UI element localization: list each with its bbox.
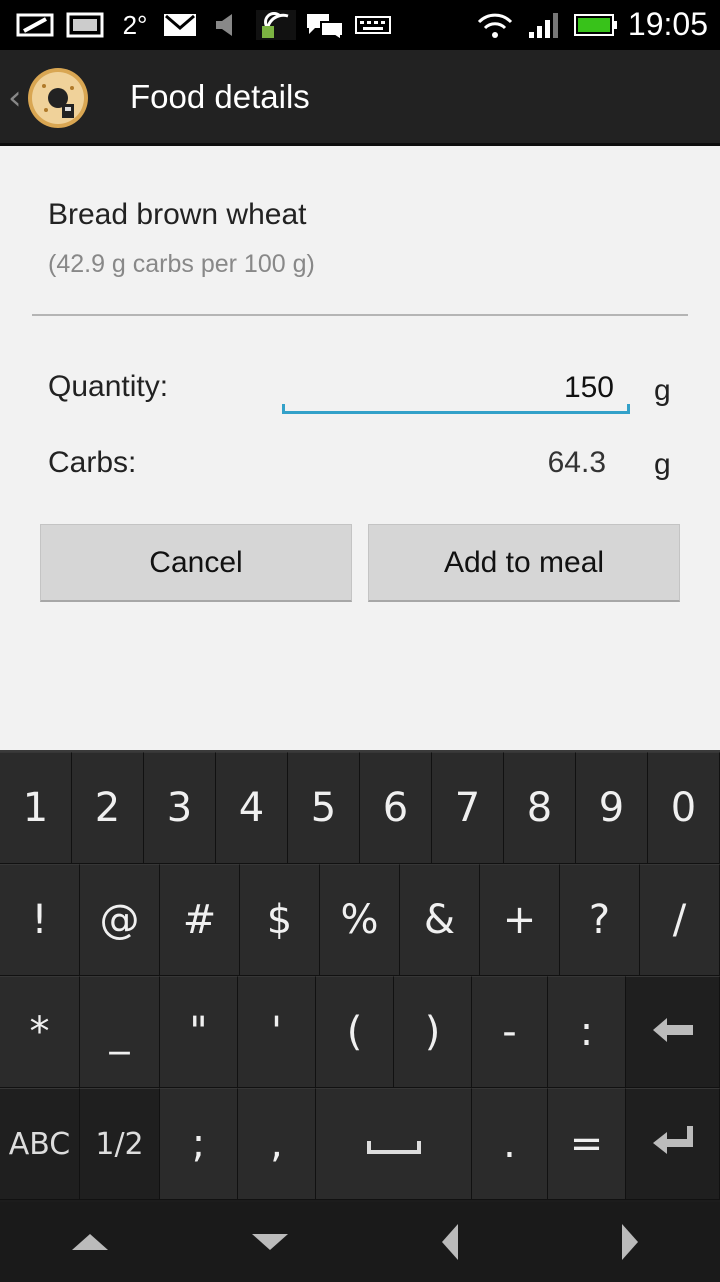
donut-logo-icon[interactable] xyxy=(26,66,90,130)
carbs-unit: g xyxy=(654,448,671,481)
key-equals[interactable]: = xyxy=(548,1088,626,1200)
key-close-paren[interactable]: ) xyxy=(394,976,472,1088)
quantity-input[interactable] xyxy=(282,362,630,414)
key-slash[interactable]: / xyxy=(640,864,720,976)
screen-share-icon xyxy=(14,10,58,40)
key-hash[interactable]: # xyxy=(160,864,240,976)
cast-icon xyxy=(256,10,296,40)
weather-temp: 2° xyxy=(122,9,148,40)
action-bar: ‹ Food details xyxy=(0,50,720,146)
quantity-field[interactable] xyxy=(282,362,630,414)
page-toggle-key[interactable]: 1/2 xyxy=(80,1088,160,1200)
key-period[interactable]: . xyxy=(472,1088,548,1200)
key-exclamation[interactable]: ! xyxy=(0,864,80,976)
key-3[interactable]: 3 xyxy=(144,752,216,864)
backspace-icon xyxy=(651,1009,695,1055)
keyboard: 1 2 3 4 5 6 7 8 9 0 ! @ # $ % & + ? / * … xyxy=(0,750,720,1282)
quantity-label: Quantity: xyxy=(48,370,169,403)
wifi-icon xyxy=(474,10,516,40)
mute-icon xyxy=(210,10,246,40)
cancel-button[interactable]: Cancel xyxy=(40,524,352,602)
key-7[interactable]: 7 xyxy=(432,752,504,864)
back-chevron-icon[interactable]: ‹ xyxy=(8,78,22,118)
gmail-icon xyxy=(160,10,200,40)
key-percent[interactable]: % xyxy=(320,864,400,976)
clock: 19:05 xyxy=(627,6,708,42)
key-double-quote[interactable]: " xyxy=(160,976,238,1088)
add-to-meal-button[interactable]: Add to meal xyxy=(368,524,680,602)
key-0[interactable]: 0 xyxy=(648,752,720,864)
key-underscore[interactable]: _ xyxy=(80,976,160,1088)
right-arrow-icon[interactable] xyxy=(590,1202,670,1282)
quantity-underline xyxy=(282,404,630,414)
key-6[interactable]: 6 xyxy=(360,752,432,864)
carbs-label: Carbs: xyxy=(48,446,137,479)
key-1[interactable]: 1 xyxy=(0,752,72,864)
food-details-panel: Bread brown wheat (42.9 g carbs per 100 … xyxy=(0,146,720,750)
key-plus[interactable]: + xyxy=(480,864,560,976)
key-asterisk[interactable]: * xyxy=(0,976,80,1088)
key-colon[interactable]: : xyxy=(548,976,626,1088)
key-5[interactable]: 5 xyxy=(288,752,360,864)
battery-icon xyxy=(572,10,620,40)
abc-key[interactable]: ABC xyxy=(0,1088,80,1200)
up-arrow-icon[interactable] xyxy=(50,1202,130,1282)
left-arrow-icon[interactable] xyxy=(410,1202,490,1282)
key-open-paren[interactable]: ( xyxy=(316,976,394,1088)
chat-icon xyxy=(304,10,346,40)
key-hyphen[interactable]: - xyxy=(472,976,548,1088)
backspace-key[interactable] xyxy=(626,976,720,1088)
album-icon xyxy=(64,10,106,40)
key-2[interactable]: 2 xyxy=(72,752,144,864)
key-at[interactable]: @ xyxy=(80,864,160,976)
space-key[interactable] xyxy=(316,1088,472,1200)
enter-key[interactable] xyxy=(626,1088,720,1200)
key-comma[interactable]: , xyxy=(238,1088,316,1200)
keyboard-nav-row xyxy=(0,1202,720,1282)
divider xyxy=(32,314,688,316)
key-8[interactable]: 8 xyxy=(504,752,576,864)
signal-icon xyxy=(526,10,564,40)
food-name: Bread brown wheat xyxy=(48,198,307,231)
key-ampersand[interactable]: & xyxy=(400,864,480,976)
key-semicolon[interactable]: ; xyxy=(160,1088,238,1200)
space-icon xyxy=(366,1121,422,1167)
food-carbs-info: (42.9 g carbs per 100 g) xyxy=(48,250,315,278)
quantity-unit: g xyxy=(654,374,671,407)
page-title: Food details xyxy=(130,78,310,115)
key-single-quote[interactable]: ' xyxy=(238,976,316,1088)
carbs-value: 64.3 xyxy=(547,446,606,479)
keyboard-icon xyxy=(352,10,394,40)
key-dollar[interactable]: $ xyxy=(240,864,320,976)
enter-icon xyxy=(651,1121,695,1167)
key-4[interactable]: 4 xyxy=(216,752,288,864)
down-arrow-icon[interactable] xyxy=(230,1202,310,1282)
key-9[interactable]: 9 xyxy=(576,752,648,864)
status-bar: 2° 19:05 xyxy=(0,0,720,50)
key-question[interactable]: ? xyxy=(560,864,640,976)
